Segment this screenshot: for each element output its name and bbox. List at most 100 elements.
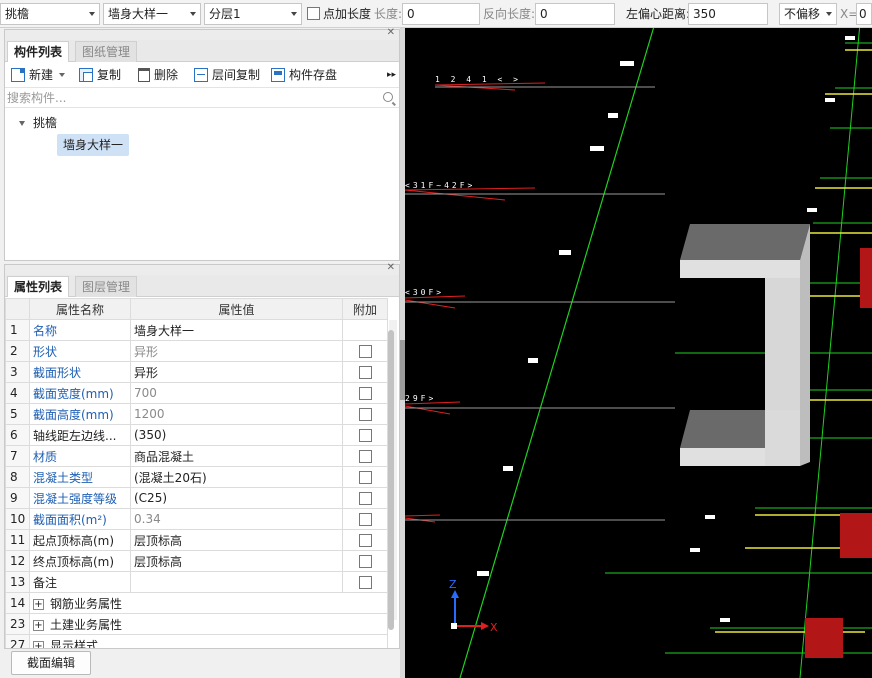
close-icon[interactable]: ✕ [387, 27, 395, 39]
tree-item-selected[interactable]: 墙身大样一 [57, 134, 130, 156]
axis-gizmo: Z X [449, 578, 498, 634]
chevron-down-icon [826, 12, 832, 16]
scrollbar-thumb[interactable] [388, 330, 394, 630]
dim-lines [405, 86, 675, 521]
section-edit-button[interactable]: 截面编辑 [11, 651, 91, 675]
search-icon[interactable] [383, 92, 393, 102]
table-row[interactable]: 9 混凝土强度等级 (C25) [5, 487, 388, 509]
x-axis-label: X [490, 621, 498, 634]
svg-text:29F>: 29F> [405, 394, 436, 403]
table-row-group[interactable]: 23 + 土建业务属性 [5, 613, 388, 635]
extra-checkbox[interactable] [358, 387, 372, 400]
left-offset-input[interactable]: 350 [688, 3, 768, 25]
expand-plus-icon[interactable]: + [33, 640, 44, 648]
extra-checkbox[interactable] [358, 513, 372, 526]
chevron-down-icon [291, 12, 297, 16]
z-axis-label: Z [449, 578, 457, 591]
category-select[interactable]: 挑檐 [0, 3, 100, 25]
table-row[interactable]: 6 轴线距左边线... (350) [5, 424, 388, 446]
table-row[interactable]: 13 备注 [5, 571, 388, 593]
extra-checkbox[interactable] [358, 492, 372, 505]
reverse-length-input[interactable]: 0 [535, 3, 615, 25]
origin-marker [451, 623, 457, 629]
property-scrollbar[interactable] [388, 320, 397, 630]
drawing-viewport[interactable]: 1 2 4 1 < > <31F~42F> <30F> 29F> Z X [405, 28, 872, 678]
extra-checkbox[interactable] [358, 429, 372, 442]
extra-checkbox[interactable] [358, 366, 372, 379]
svg-text:<31F~42F>: <31F~42F> [405, 181, 475, 190]
wall-section-3d [680, 224, 810, 466]
hatch-blocks [805, 248, 872, 658]
table-row[interactable]: 5 截面高度(mm) 1200 [5, 403, 388, 425]
length-label: 长度: [374, 7, 403, 21]
tab-layer-management[interactable]: 图层管理 [75, 276, 138, 297]
property-grid: 属性名称 属性值 附加 1 名称 墙身大样一 2 形状 异形 3 截面形状 异形 4 截面宽度… [5, 298, 399, 648]
column-header-index [5, 298, 30, 320]
point-length-checkbox[interactable] [307, 7, 320, 20]
table-row[interactable]: 8 混凝土类型 (混凝土20石) [5, 466, 388, 488]
annotation-text: 1 2 4 1 < > <31F~42F> <30F> 29F> [405, 75, 521, 403]
svg-text:<30F>: <30F> [405, 288, 444, 297]
component-list-panel: ✕ 构件列表 图纸管理 新建 复制 删除 层间复制 构件存盘 ▸▸ 挑檐 墙身大… [4, 27, 400, 261]
more-tools-button[interactable]: ▸▸ [387, 66, 396, 84]
extra-checkbox[interactable] [358, 345, 372, 358]
tab-drawing-management[interactable]: 图纸管理 [75, 41, 138, 62]
property-panel-tabs: 属性列表 图层管理 [5, 275, 399, 297]
component-tools: 新建 复制 删除 层间复制 构件存盘 ▸▸ [5, 62, 399, 88]
expand-triangle-icon[interactable] [19, 120, 25, 126]
table-row-group[interactable]: 27 + 显示样式 [5, 634, 388, 648]
component-select[interactable]: 墙身大样一 [103, 3, 201, 25]
trash-icon [138, 68, 150, 82]
column-header-name: 属性名称 [29, 298, 131, 320]
length-input[interactable]: 0 [402, 3, 480, 25]
save-component-button[interactable]: 构件存盘 [271, 66, 337, 84]
top-toolbar: 挑檐 墙身大样一 分层1 点加长度 长度: 0 反向长度: 0 左偏心距离: 3… [0, 0, 872, 28]
x-axis-arrow-icon [481, 622, 489, 630]
save-icon [271, 68, 285, 82]
new-button[interactable]: 新建 [11, 66, 66, 84]
table-row-group[interactable]: 14 + 钢筋业务属性 [5, 592, 388, 614]
delete-button[interactable]: 删除 [138, 66, 178, 84]
extra-checkbox[interactable] [358, 408, 372, 421]
cad-drawing: 1 2 4 1 < > <31F~42F> <30F> 29F> Z X [405, 28, 872, 678]
expand-plus-icon[interactable]: + [33, 598, 44, 610]
detail-lines [605, 42, 872, 654]
copy-button[interactable]: 复制 [79, 66, 121, 84]
chevron-down-icon [89, 12, 95, 16]
expand-plus-icon[interactable]: + [33, 619, 44, 631]
tab-property-list[interactable]: 属性列表 [7, 276, 70, 297]
left-offset-label: 左偏心距离: [626, 7, 691, 21]
z-axis-arrow-icon [451, 590, 459, 598]
floor-copy-icon [194, 68, 208, 82]
tab-component-list[interactable]: 构件列表 [7, 41, 70, 62]
table-row[interactable]: 4 截面宽度(mm) 700 [5, 382, 388, 404]
tree-root-item[interactable]: 挑檐 [19, 114, 57, 132]
floor-copy-button[interactable]: 层间复制 [194, 66, 260, 84]
table-row[interactable]: 10 截面面积(m²) 0.34 [5, 508, 388, 530]
extra-checkbox[interactable] [358, 450, 372, 463]
chevron-down-icon [59, 73, 66, 77]
point-length-label: 点加长度 [323, 7, 372, 21]
grid-axis-line [459, 28, 655, 678]
table-row[interactable]: 11 起点顶标高(m) 层顶标高 [5, 529, 388, 551]
table-row[interactable]: 3 截面形状 异形 [5, 361, 388, 383]
extra-checkbox[interactable] [358, 534, 372, 547]
layer-select[interactable]: 分层1 [204, 3, 302, 25]
component-search [5, 88, 399, 108]
extra-checkbox[interactable] [358, 576, 372, 589]
component-tree: 挑檐 墙身大样一 [5, 108, 399, 258]
table-row[interactable]: 12 终点顶标高(m) 层顶标高 [5, 550, 388, 572]
close-icon[interactable]: ✕ [387, 262, 395, 274]
table-row[interactable]: 7 材质 商品混凝土 [5, 445, 388, 467]
extra-checkbox[interactable] [358, 471, 372, 484]
table-row[interactable]: 2 形状 异形 [5, 340, 388, 362]
column-header-extra: 附加 [342, 298, 388, 320]
offset-mode-select[interactable]: 不偏移 [779, 3, 837, 25]
extra-checkbox[interactable] [358, 555, 372, 568]
x-coordinate-input[interactable]: 0 [856, 3, 872, 25]
search-input[interactable] [7, 89, 375, 106]
table-row[interactable]: 1 名称 墙身大样一 [5, 319, 388, 341]
reverse-length-label: 反向长度: [483, 7, 536, 21]
svg-text:1 2 4 1 < >: 1 2 4 1 < > [435, 75, 521, 84]
new-file-icon [11, 68, 25, 82]
